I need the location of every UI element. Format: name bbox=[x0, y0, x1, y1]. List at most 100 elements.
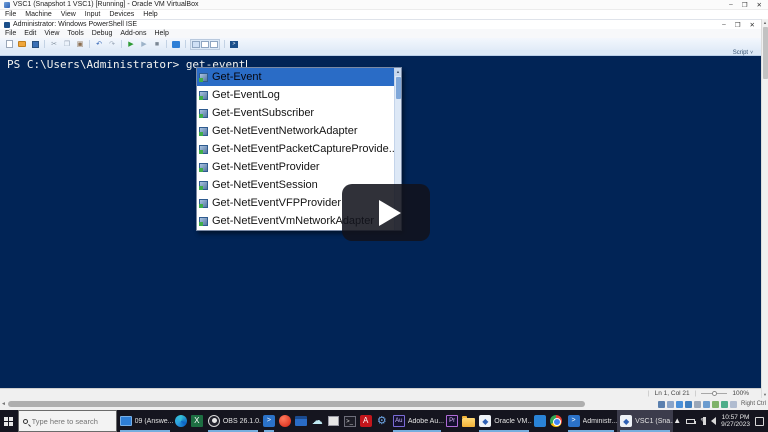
ise-menu-file[interactable]: File bbox=[5, 30, 16, 37]
script-pane-toggle[interactable]: Script bbox=[733, 50, 748, 56]
ise-menu-view[interactable]: View bbox=[44, 30, 59, 37]
taskbar-app-powershell[interactable]: > bbox=[261, 410, 277, 432]
intellisense-item[interactable]: Get-NetEventPacketCaptureProvide... bbox=[197, 140, 401, 158]
gear-icon: ⚙ bbox=[377, 415, 387, 427]
taskbar-app-edge[interactable] bbox=[173, 410, 189, 432]
cmdlet-icon bbox=[199, 127, 208, 136]
vbox-menu-file[interactable]: File bbox=[5, 11, 16, 18]
run-selection-icon[interactable]: ▶ bbox=[139, 40, 149, 49]
taskbar-app-red-orb[interactable] bbox=[277, 410, 293, 432]
zoom-slider-knob[interactable] bbox=[712, 391, 717, 396]
intellisense-item[interactable]: Get-Event bbox=[197, 68, 401, 86]
vm-horizontal-scrollbar[interactable]: ◄ bbox=[0, 398, 595, 410]
taskbar-app-settings[interactable]: ⚙ bbox=[374, 410, 390, 432]
copy-icon[interactable]: ❐ bbox=[62, 40, 72, 49]
edge-icon bbox=[175, 415, 187, 427]
scroll-down-icon[interactable]: ▼ bbox=[762, 392, 768, 397]
vm-vertical-scrollbar[interactable]: ▲ ▼ bbox=[761, 19, 768, 398]
taskbar-app-obs[interactable]: OBS 26.1.0... bbox=[205, 410, 261, 432]
vertical-scrollbar-thumb[interactable] bbox=[763, 27, 768, 79]
taskbar-app-window[interactable] bbox=[325, 410, 341, 432]
shared-folders-icon[interactable] bbox=[703, 401, 710, 408]
start-button[interactable] bbox=[0, 410, 18, 432]
audio-icon[interactable] bbox=[676, 401, 683, 408]
intellisense-item-label: Get-Event bbox=[212, 71, 262, 83]
vbox-menu-help[interactable]: Help bbox=[143, 11, 157, 18]
scroll-up-icon[interactable]: ▲ bbox=[762, 20, 768, 25]
intellisense-item[interactable]: Get-NetEventNetworkAdapter bbox=[197, 122, 401, 140]
script-pane-right-icon[interactable] bbox=[201, 41, 209, 48]
taskbar-app-file-explorer[interactable] bbox=[460, 410, 476, 432]
intellisense-item[interactable]: Get-EventLog bbox=[197, 86, 401, 104]
run-script-icon[interactable]: ▶ bbox=[126, 40, 136, 49]
script-pane-top-icon[interactable] bbox=[192, 41, 200, 48]
taskbar-app-acrobat[interactable]: A bbox=[358, 410, 374, 432]
ise-minimize-button[interactable]: – bbox=[722, 21, 726, 29]
search-input[interactable] bbox=[32, 417, 112, 426]
recording-icon[interactable] bbox=[721, 401, 728, 408]
new-script-icon[interactable] bbox=[4, 40, 14, 49]
system-tray: ▲ ✎ 10:57 PM 9/27/2023 bbox=[673, 410, 768, 432]
ise-menu-help[interactable]: Help bbox=[154, 30, 168, 37]
zoom-slider[interactable] bbox=[701, 393, 727, 394]
script-pane-maximized-icon[interactable] bbox=[210, 41, 218, 48]
intellisense-item[interactable]: Get-EventSubscriber bbox=[197, 104, 401, 122]
vbox-menu-devices[interactable]: Devices bbox=[109, 11, 134, 18]
taskbar-app-virtualbox[interactable]: ◆ Oracle VM... bbox=[476, 410, 532, 432]
save-script-icon[interactable] bbox=[30, 40, 40, 49]
powershell-ise-icon: > bbox=[568, 415, 580, 427]
taskbar-app-remote-desktop[interactable] bbox=[293, 410, 309, 432]
vbox-menu-machine[interactable]: Machine bbox=[25, 11, 51, 18]
taskbar-app-chrome[interactable] bbox=[548, 410, 564, 432]
play-icon bbox=[379, 200, 401, 226]
obs-icon bbox=[208, 415, 220, 427]
vbox-maximize-button[interactable]: ❐ bbox=[742, 1, 748, 9]
notification-center-icon[interactable] bbox=[755, 417, 764, 426]
new-remote-powershell-tab-icon[interactable] bbox=[171, 40, 181, 49]
intellisense-scrollbar-thumb[interactable] bbox=[396, 77, 401, 99]
video-play-overlay[interactable] bbox=[342, 184, 430, 241]
taskbar-app-terminal[interactable]: >_ bbox=[341, 410, 357, 432]
cut-icon[interactable]: ✂ bbox=[49, 40, 59, 49]
taskbar-search[interactable] bbox=[18, 410, 117, 432]
battery-icon[interactable] bbox=[686, 419, 695, 424]
ise-close-button[interactable]: ✕ bbox=[750, 21, 755, 29]
taskbar-app-cloud[interactable]: ☁ bbox=[309, 410, 325, 432]
stop-operation-icon[interactable]: ■ bbox=[152, 40, 162, 49]
ise-menu-tools[interactable]: Tools bbox=[67, 30, 83, 37]
ise-menu-edit[interactable]: Edit bbox=[24, 30, 36, 37]
ise-maximize-button[interactable]: ❐ bbox=[735, 21, 741, 29]
usb-icon[interactable] bbox=[694, 401, 701, 408]
speaker-icon[interactable] bbox=[711, 417, 716, 425]
open-script-icon[interactable] bbox=[17, 40, 27, 49]
scroll-up-icon[interactable]: ▲ bbox=[395, 68, 401, 76]
mouse-integration-icon[interactable] bbox=[730, 401, 737, 408]
virtualbox-menubar: File Machine View Input Devices Help bbox=[0, 10, 768, 19]
taskbar-app-vscode[interactable] bbox=[532, 410, 548, 432]
ise-menu-debug[interactable]: Debug bbox=[92, 30, 113, 37]
vbox-minimize-button[interactable]: – bbox=[729, 1, 733, 9]
tray-expand-icon[interactable]: ▲ bbox=[673, 416, 681, 426]
vbox-menu-view[interactable]: View bbox=[61, 11, 76, 18]
network-icon[interactable] bbox=[685, 401, 692, 408]
redo-icon[interactable]: ↷ bbox=[107, 40, 117, 49]
display-icon[interactable] bbox=[712, 401, 719, 408]
hard-disk-icon[interactable] bbox=[658, 401, 665, 408]
taskbar-app-audition[interactable]: Au Adobe Au... bbox=[390, 410, 444, 432]
tray-clock[interactable]: 10:57 PM 9/27/2023 bbox=[721, 414, 750, 429]
taskbar-app-excel[interactable]: X bbox=[189, 410, 205, 432]
optical-drive-icon[interactable] bbox=[667, 401, 674, 408]
vbox-close-button[interactable]: ✕ bbox=[757, 1, 762, 9]
start-powershell-exe-icon[interactable]: > bbox=[229, 40, 239, 49]
ise-menu-addons[interactable]: Add-ons bbox=[120, 30, 146, 37]
scroll-left-icon[interactable]: ◄ bbox=[1, 401, 6, 407]
intellisense-item[interactable]: Get-NetEventProvider bbox=[197, 158, 401, 176]
vbox-menu-input[interactable]: Input bbox=[85, 11, 101, 18]
taskbar-app-vsc1[interactable]: ◆ VSC1 (Sna... bbox=[617, 410, 673, 432]
taskbar-app-premiere[interactable]: Pr bbox=[444, 410, 460, 432]
undo-icon[interactable]: ↶ bbox=[94, 40, 104, 49]
horizontal-scrollbar-thumb[interactable] bbox=[8, 401, 585, 407]
taskbar-app-answers[interactable]: 09 (Answe... bbox=[117, 410, 173, 432]
paste-icon[interactable]: ▣ bbox=[75, 40, 85, 49]
taskbar-app-administrator[interactable]: > Administr... bbox=[565, 410, 618, 432]
